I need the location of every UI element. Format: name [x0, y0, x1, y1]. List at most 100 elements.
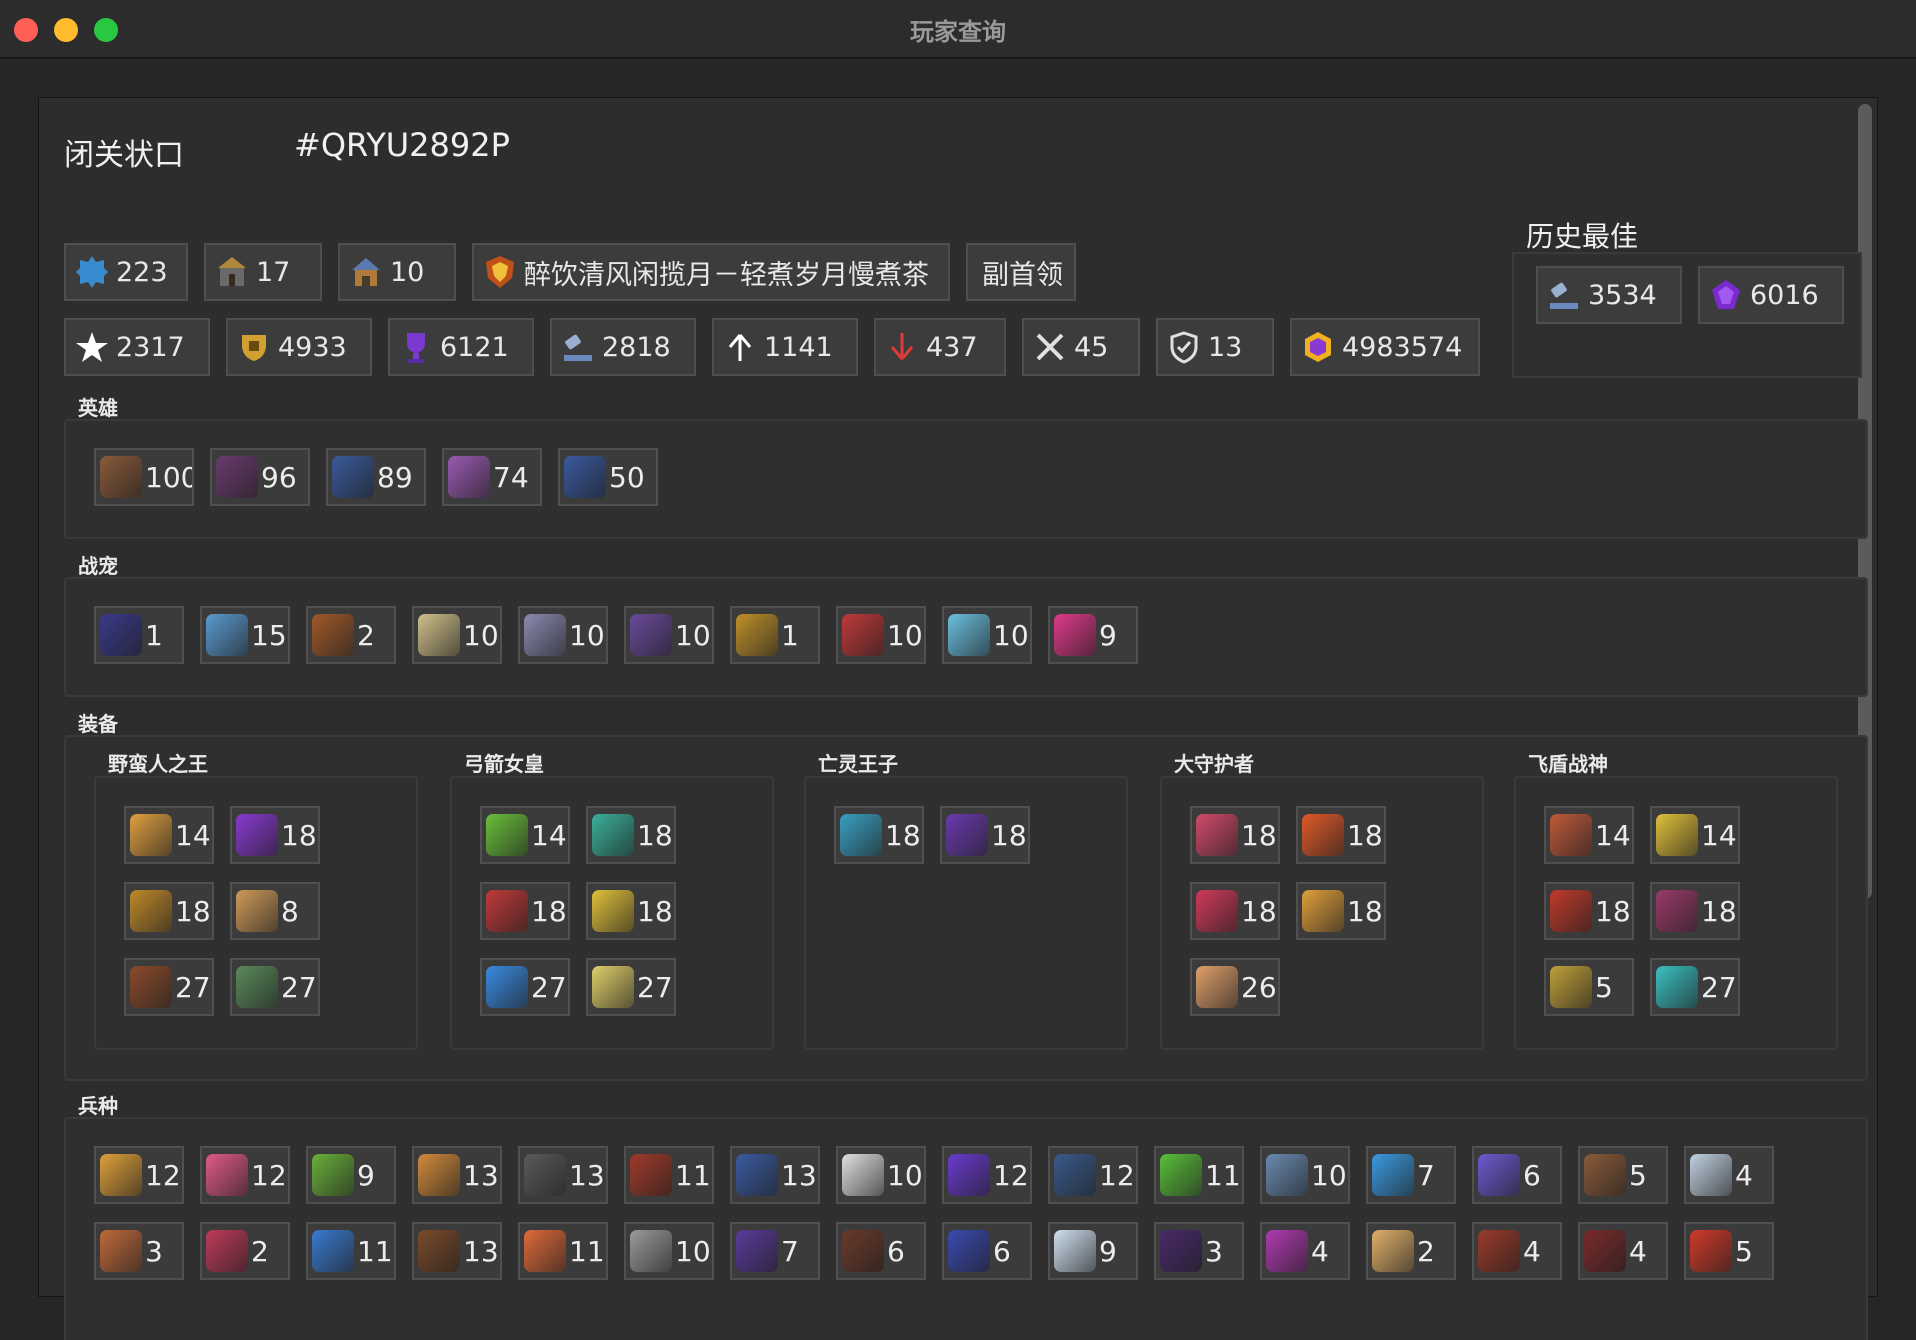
troop-tile[interactable]: 11	[1154, 1146, 1244, 1204]
equipment-tile[interactable]: 14	[1650, 806, 1740, 864]
pet-tile-5[interactable]: 10	[518, 606, 608, 664]
troop-tile[interactable]: 2	[200, 1222, 290, 1280]
troop-tile[interactable]: 12	[200, 1146, 290, 1204]
troop-tile[interactable]: 4	[1684, 1146, 1774, 1204]
troop-tile[interactable]: 13	[412, 1146, 502, 1204]
troop-tile[interactable]: 9	[306, 1146, 396, 1204]
troop-tile[interactable]: 3	[1154, 1222, 1244, 1280]
troop-tile[interactable]: 10	[836, 1146, 926, 1204]
pet-tile-8[interactable]: 10	[836, 606, 926, 664]
troop-tile-avatar-icon	[1266, 1154, 1308, 1196]
equipment-tile[interactable]: 27	[586, 958, 676, 1016]
troop-tile[interactable]: 12	[1048, 1146, 1138, 1204]
pet-tile-10-level: 9	[1099, 618, 1117, 652]
equipment-tile-level: 18	[637, 818, 673, 852]
troops-label: 兵种	[78, 1094, 118, 1118]
pet-tile-4[interactable]: 10	[412, 606, 502, 664]
troop-tile[interactable]: 4	[1472, 1222, 1562, 1280]
equipment-tile[interactable]: 18	[1544, 882, 1634, 940]
equipment-tile[interactable]: 14	[480, 806, 570, 864]
troop-tile[interactable]: 12	[94, 1146, 184, 1204]
troop-tile[interactable]: 3	[94, 1222, 184, 1280]
hero-royal-champion[interactable]: 50	[558, 448, 658, 506]
equipment-tile[interactable]: 18	[586, 882, 676, 940]
equipment-tile-avatar-icon	[1550, 890, 1592, 932]
equipment-tile[interactable]: 27	[124, 958, 214, 1016]
equipment-tile[interactable]: 18	[1296, 882, 1386, 940]
pet-tile-7[interactable]: 1	[730, 606, 820, 664]
clan-badge[interactable]: 醉饮清风闲揽月－轻煮岁月慢煮茶	[472, 243, 950, 301]
equipment-tile-level: 18	[1347, 818, 1383, 852]
pet-tile-3[interactable]: 2	[306, 606, 396, 664]
troop-tile[interactable]: 4	[1260, 1222, 1350, 1280]
hero-archer-queen[interactable]: 96	[210, 448, 310, 506]
pet-tile-6[interactable]: 10	[624, 606, 714, 664]
troop-tile[interactable]: 10	[624, 1222, 714, 1280]
equipment-tile[interactable]: 18	[124, 882, 214, 940]
equipment-tile[interactable]: 18	[230, 806, 320, 864]
troop-tile-level: 7	[1417, 1158, 1435, 1192]
pet-tile-2[interactable]: 15	[200, 606, 290, 664]
heroes-label: 英雄	[78, 396, 118, 420]
equipment-tile[interactable]: 5	[1544, 958, 1634, 1016]
troop-tile[interactable]: 11	[518, 1222, 608, 1280]
equipment-tile[interactable]: 14	[1544, 806, 1634, 864]
equipment-tile[interactable]: 26	[1190, 958, 1280, 1016]
equipment-tile[interactable]: 27	[230, 958, 320, 1016]
troop-tile[interactable]: 5	[1578, 1146, 1668, 1204]
legend-trophy-badge: 4933	[226, 318, 372, 376]
hero-grand-warden[interactable]: 74	[442, 448, 542, 506]
pet-tile-1[interactable]: 1	[94, 606, 184, 664]
equipment-tile[interactable]: 27	[1650, 958, 1740, 1016]
troop-tile[interactable]: 11	[306, 1222, 396, 1280]
troop-tile[interactable]: 5	[1684, 1222, 1774, 1280]
attack-wins-value: 45	[1074, 331, 1109, 363]
legend-trophy-value: 4933	[278, 331, 347, 363]
equipment-tile-avatar-icon	[486, 966, 528, 1008]
troop-tile[interactable]: 13	[730, 1146, 820, 1204]
troop-tile[interactable]: 12	[942, 1146, 1032, 1204]
equipment-tile[interactable]: 18	[940, 806, 1030, 864]
troop-tile[interactable]: 6	[942, 1222, 1032, 1280]
trophy-badge: 6121	[388, 318, 534, 376]
pet-tile-4-avatar-icon	[418, 614, 460, 656]
equipment-tile[interactable]: 18	[1190, 882, 1280, 940]
equipment-tile[interactable]: 18	[586, 806, 676, 864]
equipment-tile[interactable]: 18	[1296, 806, 1386, 864]
equipment-tile[interactable]: 18	[1190, 806, 1280, 864]
troop-tile[interactable]: 7	[1366, 1146, 1456, 1204]
hero-barbarian-king[interactable]: 100	[94, 448, 194, 506]
troop-tile-avatar-icon	[1372, 1154, 1414, 1196]
hero-royal-champion-avatar-icon	[564, 456, 606, 498]
troop-tile[interactable]: 6	[836, 1222, 926, 1280]
hero-minion-prince[interactable]: 89	[326, 448, 426, 506]
equipment-tile[interactable]: 14	[124, 806, 214, 864]
troop-tile[interactable]: 7	[730, 1222, 820, 1280]
troop-tile-level: 10	[675, 1234, 711, 1268]
arrow-down-icon	[884, 329, 920, 365]
equipment-tile[interactable]: 18	[480, 882, 570, 940]
troop-tile[interactable]: 6	[1472, 1146, 1562, 1204]
pet-tile-9[interactable]: 10	[942, 606, 1032, 664]
equipment-tile-avatar-icon	[1550, 814, 1592, 856]
hero-barbarian-king-level: 100	[145, 460, 194, 494]
equipment-tile-level: 26	[1241, 970, 1277, 1004]
equipment-tile[interactable]: 18	[1650, 882, 1740, 940]
equipment-tile[interactable]: 27	[480, 958, 570, 1016]
troop-tile-avatar-icon	[418, 1154, 460, 1196]
troop-tile[interactable]: 13	[518, 1146, 608, 1204]
equipment-tile[interactable]: 8	[230, 882, 320, 940]
pet-tile-10[interactable]: 9	[1048, 606, 1138, 664]
troop-tile[interactable]: 10	[1260, 1146, 1350, 1204]
equipment-tile[interactable]: 18	[834, 806, 924, 864]
troop-tile-level: 10	[1311, 1158, 1347, 1192]
hero-archer-queen-avatar-icon	[216, 456, 258, 498]
troop-tile[interactable]: 2	[1366, 1222, 1456, 1280]
best-label: 历史最佳	[1526, 220, 1639, 253]
troop-tile[interactable]: 11	[624, 1146, 714, 1204]
best-builder-trophy-value: 3534	[1588, 279, 1657, 311]
troop-tile[interactable]: 13	[412, 1222, 502, 1280]
troop-tile-avatar-icon	[100, 1230, 142, 1272]
troop-tile[interactable]: 4	[1578, 1222, 1668, 1280]
troop-tile[interactable]: 9	[1048, 1222, 1138, 1280]
